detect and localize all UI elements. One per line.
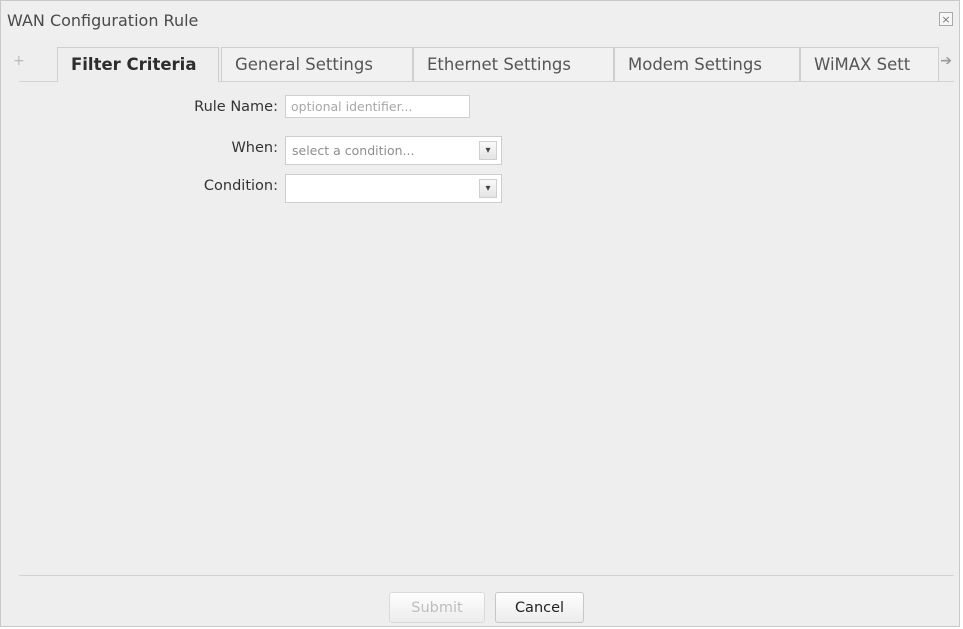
condition-row: Condition: ▾ <box>1 174 521 203</box>
dialog-titlebar: WAN Configuration Rule × <box>1 1 959 41</box>
dialog-title: WAN Configuration Rule <box>7 11 199 30</box>
condition-select[interactable]: ▾ <box>285 174 502 203</box>
wan-configuration-rule-dialog: WAN Configuration Rule × + Filter Criter… <box>0 0 960 627</box>
rule-name-input[interactable] <box>285 95 470 118</box>
when-select[interactable]: select a condition... ▾ <box>285 136 502 165</box>
close-icon[interactable]: × <box>939 12 953 26</box>
chevron-down-icon[interactable]: ▾ <box>479 141 497 160</box>
footer-divider <box>19 575 954 576</box>
chevron-down-icon[interactable]: ▾ <box>479 179 497 198</box>
rule-name-label: Rule Name: <box>194 99 278 115</box>
submit-button[interactable]: Submit <box>389 592 485 623</box>
cancel-button[interactable]: Cancel <box>495 592 584 623</box>
rule-name-row: Rule Name: <box>1 95 521 121</box>
scroll-tabs-left-icon[interactable]: + <box>13 53 25 69</box>
tab-modem-settings[interactable]: Modem Settings <box>614 47 800 81</box>
tab-wimax-settings[interactable]: WiMAX Sett <box>800 47 939 81</box>
tab-bar: + Filter Criteria General Settings Ether… <box>13 41 954 82</box>
when-label: When: <box>231 140 278 156</box>
when-row: When: select a condition... ▾ <box>1 136 521 165</box>
tab-filter-criteria[interactable]: Filter Criteria <box>57 47 219 82</box>
condition-label: Condition: <box>203 178 278 194</box>
scroll-tabs-right-icon[interactable]: ➔ <box>940 53 952 69</box>
when-select-value: select a condition... <box>292 143 415 158</box>
tab-ethernet-settings[interactable]: Ethernet Settings <box>413 47 614 81</box>
tab-general-settings[interactable]: General Settings <box>221 47 413 81</box>
